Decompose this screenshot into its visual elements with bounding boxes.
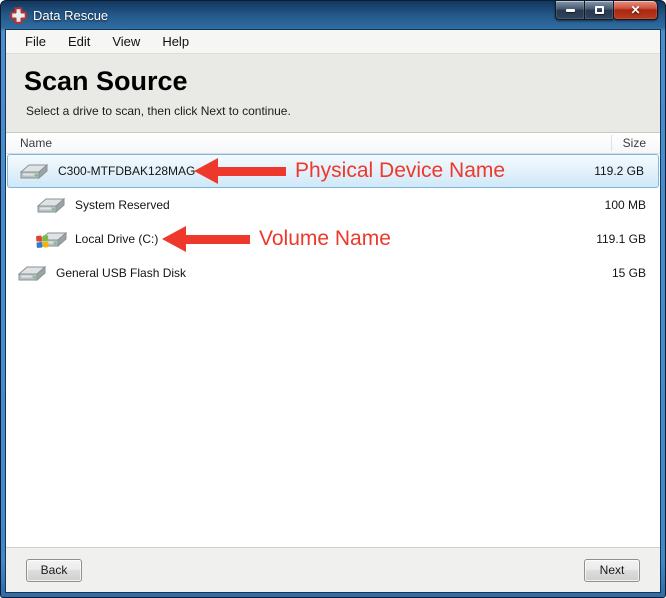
drive-size: 100 MB [604, 198, 646, 212]
page-subtitle: Select a drive to scan, then click Next … [26, 104, 291, 118]
list-column-header: Name Size [6, 133, 660, 154]
drive-row-usb-flash-disk[interactable]: General USB Flash Disk 15 GB [6, 256, 660, 290]
drive-name: General USB Flash Disk [56, 266, 187, 280]
hard-drive-icon [19, 163, 49, 180]
hard-drive-icon [17, 265, 47, 282]
window-title: Data Rescue [33, 7, 109, 23]
column-header-name[interactable]: Name [6, 136, 623, 150]
maximize-icon [594, 6, 604, 14]
page-title: Scan Source [24, 66, 188, 96]
title-bar[interactable]: Data Rescue ✕ [1, 1, 665, 29]
minimize-button[interactable] [555, 1, 584, 20]
back-button[interactable]: Back [26, 558, 82, 582]
drive-name: C300-MTFDBAK128MAG [58, 164, 196, 178]
app-logo-cross-icon [10, 6, 27, 24]
drive-name: Local Drive (C:) [75, 232, 159, 246]
next-button[interactable]: Next [584, 558, 640, 582]
menu-view[interactable]: View [101, 31, 151, 52]
app-window: Data Rescue ✕ File Edit View Help Scan S… [0, 0, 666, 598]
caption-button-group: ✕ [555, 1, 658, 20]
drive-size: 119.2 GB [594, 164, 644, 178]
drive-row-local-drive-c[interactable]: Local Drive (C:) 119.1 GB [6, 222, 660, 256]
column-header-size[interactable]: Size [623, 136, 660, 150]
menu-edit[interactable]: Edit [57, 31, 101, 52]
drive-size: 119.1 GB [596, 232, 646, 246]
drive-row-system-reserved[interactable]: System Reserved 100 MB [6, 188, 660, 222]
menu-bar: File Edit View Help [6, 30, 660, 54]
window-content: File Edit View Help Scan Source Select a… [5, 29, 661, 593]
menu-file[interactable]: File [14, 31, 57, 52]
column-divider [611, 135, 612, 151]
maximize-button[interactable] [584, 1, 613, 20]
footer-bar: Back Next [6, 547, 660, 592]
close-button[interactable]: ✕ [613, 1, 658, 20]
close-icon: ✕ [630, 3, 641, 17]
hard-drive-icon [36, 197, 66, 214]
menu-help[interactable]: Help [151, 31, 200, 52]
windows-drive-icon [36, 231, 67, 248]
drive-name: System Reserved [75, 198, 170, 212]
drive-list: C300-MTFDBAK128MAG 119.2 GB System Reser… [6, 154, 660, 547]
drive-size: 15 GB [611, 266, 646, 280]
drive-row-physical-device[interactable]: C300-MTFDBAK128MAG 119.2 GB [7, 154, 659, 188]
minimize-icon [565, 8, 575, 12]
page-header: Scan Source Select a drive to scan, then… [6, 54, 660, 133]
